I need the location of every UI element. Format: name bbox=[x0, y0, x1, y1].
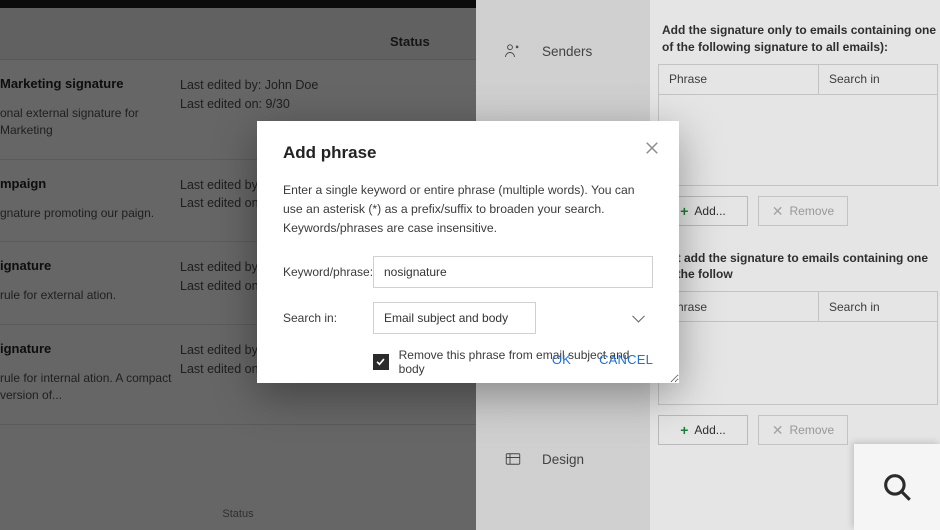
searchin-label: Search in: bbox=[283, 311, 373, 325]
dialog-description: Enter a single keyword or entire phrase … bbox=[283, 181, 653, 238]
keyword-input[interactable] bbox=[373, 256, 653, 288]
add-phrase-dialog: Add phrase Enter a single keyword or ent… bbox=[257, 121, 679, 383]
checkmark-icon bbox=[375, 356, 386, 367]
close-button[interactable] bbox=[643, 139, 661, 157]
close-icon bbox=[645, 141, 659, 155]
keyword-label: Keyword/phrase: bbox=[283, 265, 373, 279]
ok-button[interactable]: OK bbox=[552, 352, 571, 367]
cancel-button[interactable]: CANCEL bbox=[599, 352, 653, 367]
search-icon bbox=[880, 470, 914, 504]
search-fab[interactable] bbox=[854, 444, 940, 530]
remove-phrase-checkbox[interactable] bbox=[373, 354, 389, 370]
dialog-title: Add phrase bbox=[283, 143, 653, 163]
searchin-select[interactable]: Email subject and body bbox=[373, 302, 536, 334]
